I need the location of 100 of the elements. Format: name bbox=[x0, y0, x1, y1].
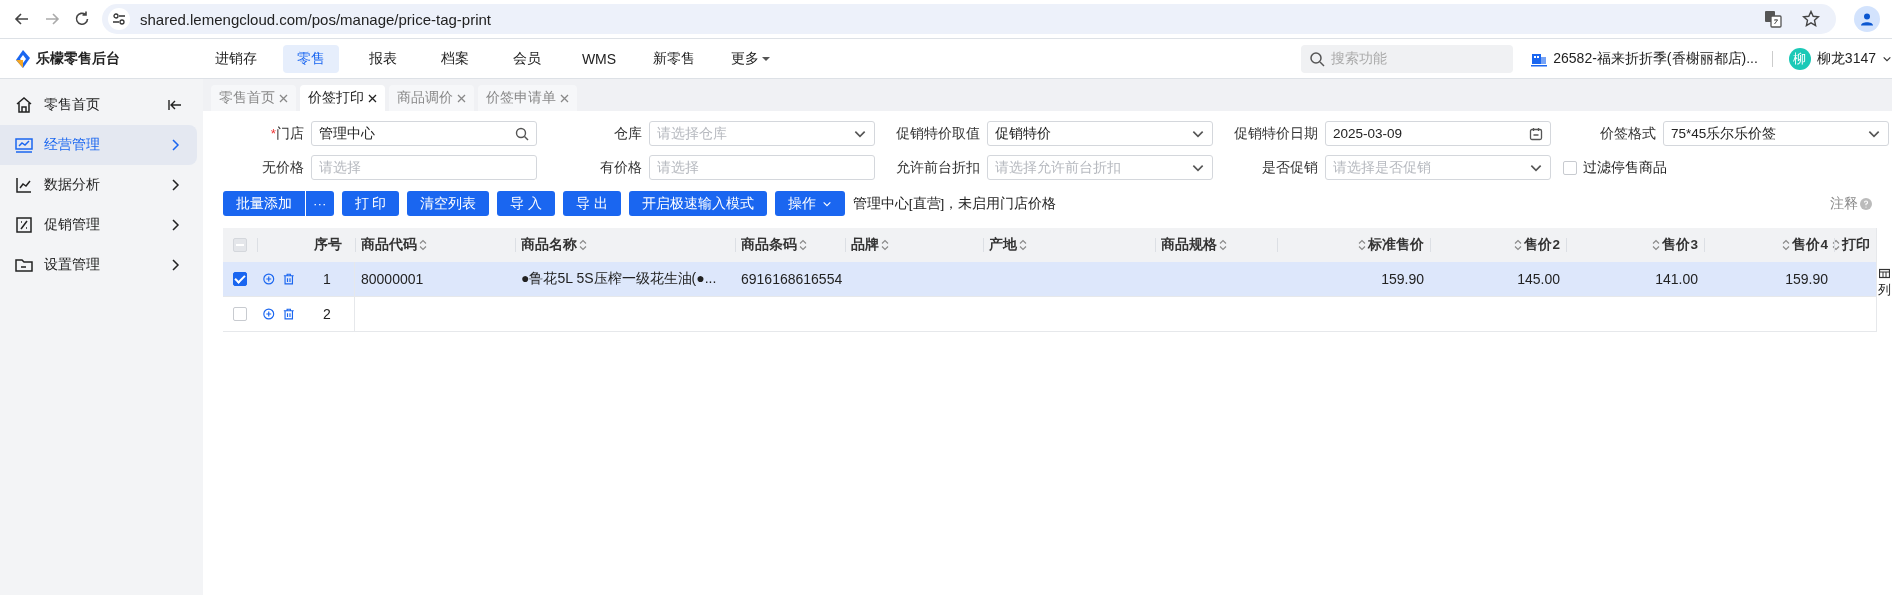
column-header[interactable]: 售价2 bbox=[1514, 236, 1560, 254]
table-cell: 159.90 bbox=[1785, 271, 1828, 287]
select-field[interactable]: 75*45乐尔乐价签 bbox=[1663, 121, 1889, 146]
store-selector[interactable]: 26582-福来折折季(香榭丽都店)... bbox=[1553, 49, 1758, 68]
sort-icon[interactable] bbox=[1219, 239, 1227, 251]
field-label: 有价格 bbox=[599, 158, 643, 177]
column-header: 序号 bbox=[313, 236, 342, 254]
table-cell: 159.90 bbox=[1381, 271, 1424, 287]
add-icon[interactable] bbox=[263, 272, 275, 286]
column-header[interactable]: 产地 bbox=[989, 236, 1027, 254]
close-icon[interactable] bbox=[368, 93, 377, 103]
nav-item[interactable]: 更多 bbox=[721, 44, 780, 73]
delete-icon[interactable] bbox=[282, 272, 294, 286]
column-header[interactable]: 售价4 bbox=[1782, 236, 1828, 254]
nav-item[interactable]: 报表 bbox=[355, 44, 411, 73]
column-header[interactable]: 商品名称 bbox=[521, 236, 587, 254]
add-icon[interactable] bbox=[263, 307, 275, 321]
table-cell: 80000001 bbox=[361, 271, 424, 287]
caret-icon bbox=[762, 54, 770, 63]
page-tab[interactable]: 零售首页 bbox=[211, 85, 296, 111]
search-icon bbox=[515, 126, 529, 141]
sort-icon[interactable] bbox=[1514, 239, 1523, 251]
column-header[interactable]: 商品规格 bbox=[1161, 236, 1227, 254]
sidebar-item[interactable]: 数据分析 bbox=[0, 165, 197, 205]
row-checkbox[interactable] bbox=[233, 272, 247, 286]
table-cell: 145.00 bbox=[1517, 271, 1560, 287]
columns-icon[interactable] bbox=[1879, 268, 1890, 279]
line-chart-icon bbox=[14, 175, 34, 195]
app-title: 乐檬零售后台 bbox=[36, 49, 120, 68]
column-header[interactable]: 打印 bbox=[1832, 236, 1870, 254]
toolbar-button[interactable]: 清空列表 bbox=[407, 191, 490, 216]
more-button[interactable]: ··· bbox=[306, 191, 334, 216]
field-label: 价签格式 bbox=[1599, 124, 1657, 143]
column-header[interactable]: 标准售价 bbox=[1358, 236, 1424, 254]
column-header[interactable]: 售价3 bbox=[1652, 236, 1698, 254]
nav-item[interactable]: 会员 bbox=[499, 44, 555, 73]
table-cell: 141.00 bbox=[1655, 271, 1698, 287]
calendar-icon bbox=[1529, 126, 1543, 141]
table-row[interactable]: 2 bbox=[223, 297, 1876, 332]
page-tab[interactable]: 价签打印 bbox=[300, 85, 385, 111]
column-header[interactable]: 品牌 bbox=[851, 236, 889, 254]
field-label: 无价格 bbox=[261, 158, 305, 177]
select-field[interactable]: 促销特价 bbox=[987, 121, 1213, 146]
sidebar-item[interactable]: 零售首页 bbox=[0, 85, 197, 125]
chart-screen-icon bbox=[14, 135, 34, 155]
nav-item[interactable]: 进销存 bbox=[205, 44, 267, 73]
collapse-icon[interactable] bbox=[167, 97, 183, 113]
discount-icon bbox=[14, 215, 34, 235]
sort-icon[interactable] bbox=[799, 239, 807, 251]
sort-icon[interactable] bbox=[1358, 239, 1366, 251]
dropdown-button[interactable]: 操作 bbox=[774, 191, 845, 216]
search-field[interactable]: 管理中心 bbox=[311, 121, 537, 146]
toolbar-button[interactable]: 打 印 bbox=[341, 191, 400, 216]
batch-add-button[interactable]: 批量添加 bbox=[223, 191, 305, 216]
profile-icon[interactable] bbox=[1854, 6, 1880, 32]
delete-icon[interactable] bbox=[282, 307, 294, 321]
nav-item[interactable]: WMS bbox=[571, 44, 627, 73]
checkbox-label: 过滤停售商品 bbox=[1583, 158, 1667, 177]
sort-icon[interactable] bbox=[579, 239, 587, 251]
star-icon[interactable] bbox=[1802, 10, 1820, 28]
field-label: 促销特价取值 bbox=[895, 124, 981, 143]
sidebar-item[interactable]: 促销管理 bbox=[0, 205, 197, 245]
help-link[interactable]: 注释 bbox=[1830, 194, 1858, 213]
column-header[interactable]: 商品条码 bbox=[741, 236, 807, 254]
sort-icon[interactable] bbox=[1019, 239, 1027, 251]
column-settings-label[interactable]: 列 bbox=[1878, 281, 1891, 299]
sort-icon[interactable] bbox=[1652, 239, 1661, 251]
logo-icon bbox=[15, 49, 31, 68]
sort-icon[interactable] bbox=[881, 239, 889, 251]
sidebar-item[interactable]: 经营管理 bbox=[0, 125, 197, 165]
checkbox[interactable] bbox=[1563, 160, 1577, 175]
translate-icon[interactable] bbox=[1764, 10, 1782, 28]
help-icon bbox=[1860, 197, 1872, 210]
page-tab[interactable]: 价签申请单 bbox=[478, 85, 577, 111]
site-settings-icon[interactable] bbox=[108, 8, 130, 30]
field-label: 仓库 bbox=[613, 124, 643, 143]
sidebar-item[interactable]: 设置管理 bbox=[0, 245, 197, 285]
field-label: 允许前台折扣 bbox=[895, 158, 981, 177]
date-field[interactable]: 2025-03-09 bbox=[1325, 121, 1551, 146]
row-checkbox[interactable] bbox=[233, 307, 247, 321]
search-icon bbox=[1309, 50, 1326, 67]
nav-item[interactable]: 档案 bbox=[427, 44, 483, 73]
sort-icon[interactable] bbox=[419, 239, 427, 251]
toolbar-button[interactable]: 导 出 bbox=[563, 191, 621, 216]
column-header[interactable]: 商品代码 bbox=[361, 236, 427, 254]
field-label: 是否促销 bbox=[1261, 158, 1319, 177]
user-name[interactable]: 柳龙3147 bbox=[1816, 49, 1876, 68]
table-cell: 6916168616554 bbox=[741, 271, 843, 287]
toolbar-button[interactable]: 开启极速输入模式 bbox=[628, 191, 767, 216]
row-number: 1 bbox=[323, 271, 331, 287]
nav-item[interactable]: 新零售 bbox=[643, 44, 705, 73]
table-cell: ●鲁花5L 5S压榨一级花生油(●... bbox=[521, 270, 717, 288]
table-row[interactable]: 1 80000001 ●鲁花5L 5S压榨一级花生油(●... 6916168616554 159.90 145.00 141.00 159.90 bbox=[223, 262, 1876, 297]
toolbar-button[interactable]: 导 入 bbox=[497, 191, 556, 216]
nav-item[interactable]: 零售 bbox=[283, 44, 339, 73]
page-tab[interactable]: 商品调价 bbox=[389, 85, 474, 111]
select-all-checkbox[interactable] bbox=[233, 238, 247, 252]
field-label: *门店 bbox=[269, 124, 305, 143]
sort-icon[interactable] bbox=[1782, 239, 1791, 251]
sort-icon[interactable] bbox=[1832, 239, 1840, 251]
